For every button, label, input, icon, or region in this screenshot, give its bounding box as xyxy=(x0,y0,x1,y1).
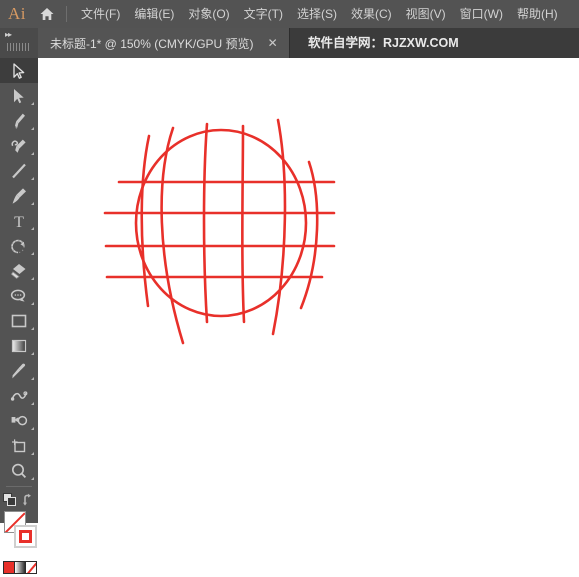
menu-item-type[interactable]: 文字(T) xyxy=(237,0,290,28)
tool-gradient[interactable] xyxy=(0,333,38,358)
eyedropper-icon xyxy=(12,363,26,378)
selection-arrow-icon xyxy=(13,62,25,79)
tool-direct-selection[interactable] xyxy=(0,83,38,108)
document-tab[interactable]: 未标题-1* @ 150% (CMYK/GPU 预览) ✕ xyxy=(38,28,290,58)
tool-blend[interactable] xyxy=(0,383,38,408)
tool-symbol-sprayer[interactable] xyxy=(0,408,38,433)
line-segment-icon xyxy=(12,163,26,178)
app-logo: Ai xyxy=(8,4,26,23)
gradient-icon xyxy=(11,339,27,352)
menu-item-object[interactable]: 对象(O) xyxy=(181,0,236,28)
tool-rectangle[interactable] xyxy=(0,308,38,333)
tool-type[interactable]: T xyxy=(0,208,38,233)
direct-selection-arrow-icon xyxy=(14,88,24,103)
artwork-vertical-curve-3[interactable] xyxy=(241,124,246,324)
illustrator-window: Ai 文件(F) 编辑(E) 对象(O) 文字(T) 选择(S) 效果(C) 视… xyxy=(0,0,579,574)
tool-group-indicator xyxy=(31,452,34,455)
symbol-sprayer-icon xyxy=(11,415,28,425)
tool-group-indicator xyxy=(31,377,34,380)
artwork-vertical-curve-0[interactable] xyxy=(140,134,151,308)
tool-group-indicator xyxy=(31,352,34,355)
tool-group-indicator xyxy=(31,427,34,430)
menu-item-view[interactable]: 视图(V) xyxy=(399,0,453,28)
tool-paintbrush[interactable] xyxy=(0,183,38,208)
pen-icon xyxy=(15,113,25,129)
tool-group-indicator xyxy=(31,477,34,480)
rotate-icon xyxy=(11,239,25,253)
tool-group-indicator xyxy=(31,102,34,105)
home-icon[interactable] xyxy=(34,6,60,22)
tool-shape-builder[interactable] xyxy=(0,258,38,283)
paintbrush-icon xyxy=(12,187,26,204)
tool-group-indicator xyxy=(31,202,34,205)
chevron-double-right-icon[interactable]: ▸▸ xyxy=(5,30,12,40)
tool-group-indicator xyxy=(31,177,34,180)
tool-group-indicator xyxy=(31,227,34,230)
artboard-icon xyxy=(12,438,26,452)
document-tab-bar: ▸▸ 未标题-1* @ 150% (CMYK/GPU 预览) ✕ 软件自学网：R… xyxy=(0,28,579,58)
eraser-shape-icon xyxy=(10,263,26,279)
fill-stroke-swatches xyxy=(0,511,38,555)
artwork-vertical-curve-5[interactable] xyxy=(299,160,319,310)
drag-handle-icon[interactable] xyxy=(7,43,29,51)
watermark-text: 软件自学网：RJZXW.COM xyxy=(308,36,459,50)
svg-text:T: T xyxy=(14,214,24,231)
close-icon[interactable]: ✕ xyxy=(254,28,289,58)
tool-eyedropper[interactable] xyxy=(0,358,38,383)
artboard-canvas[interactable] xyxy=(38,58,579,523)
grid-sphere-artwork[interactable] xyxy=(38,58,579,523)
swap-fill-stroke-icon[interactable] xyxy=(19,490,38,509)
tool-pen[interactable] xyxy=(0,108,38,133)
tool-group-indicator xyxy=(31,152,34,155)
menu-item-help[interactable]: 帮助(H) xyxy=(510,0,565,28)
magnifier-icon xyxy=(12,463,27,478)
lasso-icon xyxy=(10,289,26,302)
tool-group-indicator xyxy=(31,127,34,130)
tool-group-indicator xyxy=(31,327,34,330)
type-icon: T xyxy=(14,214,24,231)
tool-group-indicator xyxy=(31,252,34,255)
tool-lasso[interactable] xyxy=(0,283,38,308)
color-mode-row xyxy=(0,559,38,577)
menu-item-file[interactable]: 文件(F) xyxy=(74,0,127,28)
none-mode-icon[interactable] xyxy=(25,561,37,574)
panel-grip-zone[interactable]: ▸▸ xyxy=(0,28,39,58)
rectangle-icon xyxy=(11,314,27,327)
menu-bar: Ai 文件(F) 编辑(E) 对象(O) 文字(T) 选择(S) 效果(C) 视… xyxy=(0,0,579,28)
menu-item-effect[interactable]: 效果(C) xyxy=(344,0,399,28)
toolbar-divider xyxy=(6,486,32,487)
tool-rotate[interactable] xyxy=(0,233,38,258)
document-arrange-row xyxy=(0,490,38,509)
tool-curvature[interactable] xyxy=(0,133,38,158)
tool-zoom[interactable] xyxy=(0,458,38,483)
curvature-pen-icon xyxy=(11,139,26,153)
menu-item-select[interactable]: 选择(S) xyxy=(290,0,344,28)
blend-icon xyxy=(10,390,28,401)
menu-item-list: 文件(F) 编辑(E) 对象(O) 文字(T) 选择(S) 效果(C) 视图(V… xyxy=(74,0,565,28)
menu-item-edit[interactable]: 编辑(E) xyxy=(127,0,181,28)
arrange-documents-icon[interactable] xyxy=(0,490,19,509)
tools-panel: T xyxy=(0,58,38,574)
menu-divider xyxy=(66,6,67,22)
stroke-swatch[interactable] xyxy=(14,525,37,548)
tool-artboard[interactable] xyxy=(0,433,38,458)
tool-selection[interactable] xyxy=(0,58,38,83)
stroke-swatch-color xyxy=(19,530,32,543)
document-tab-title: 未标题-1* @ 150% (CMYK/GPU 预览) xyxy=(50,36,254,51)
menu-item-window[interactable]: 窗口(W) xyxy=(453,0,510,28)
artwork-vertical-curve-2[interactable] xyxy=(202,122,209,324)
tool-group-indicator xyxy=(31,302,34,305)
tool-group-indicator xyxy=(31,402,34,405)
tool-group-indicator xyxy=(31,277,34,280)
artwork-vertical-curve-1[interactable] xyxy=(160,126,185,345)
tool-line-segment[interactable] xyxy=(0,158,38,183)
